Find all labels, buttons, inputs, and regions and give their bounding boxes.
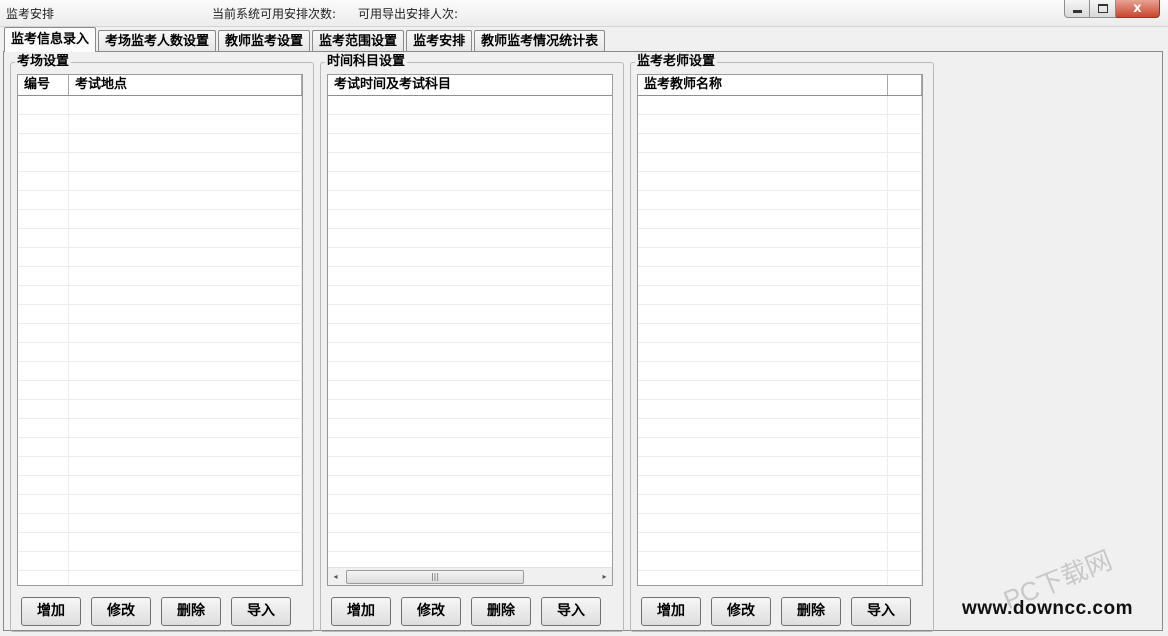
available-export-label: 可用导出安排人次: — [358, 7, 459, 21]
time-subject-list-header: 考试时间及考试科目 — [328, 75, 612, 96]
minimize-button[interactable] — [1064, 0, 1090, 18]
available-times-label: 当前系统可用安排次数: — [212, 7, 337, 21]
teacher-button-row: 增加 修改 删除 导入 — [641, 597, 921, 626]
time-subject-group: 时间科目设置 考试时间及考试科目 ◂ ||| ▸ 增加 修改 删除 导入 — [320, 54, 624, 632]
tab-proctor-arrangement[interactable]: 监考安排 — [406, 30, 473, 52]
window-title: 监考安排 — [6, 7, 55, 21]
time-subject-list-body — [328, 96, 612, 567]
column-header-extra[interactable] — [888, 75, 922, 95]
scroll-left-icon[interactable]: ◂ — [329, 570, 342, 583]
venue-list[interactable]: 编号 考试地点 — [17, 74, 303, 586]
venue-edit-button[interactable]: 修改 — [91, 597, 151, 626]
scroll-thumb[interactable]: ||| — [346, 570, 524, 584]
teacher-add-button[interactable]: 增加 — [641, 597, 701, 626]
teacher-settings-title: 监考老师设置 — [635, 54, 718, 70]
tab-room-proctor-count[interactable]: 考场监考人数设置 — [98, 30, 217, 52]
teacher-import-button[interactable]: 导入 — [851, 597, 911, 626]
time-add-button[interactable]: 增加 — [331, 597, 391, 626]
column-header-number[interactable]: 编号 — [18, 75, 69, 95]
column-header-location[interactable]: 考试地点 — [69, 75, 302, 95]
teacher-list-header: 监考教师名称 — [638, 75, 922, 96]
time-delete-button[interactable]: 删除 — [471, 597, 531, 626]
column-header-teacher-name[interactable]: 监考教师名称 — [638, 75, 888, 95]
venue-list-header: 编号 考试地点 — [18, 75, 302, 96]
time-edit-button[interactable]: 修改 — [401, 597, 461, 626]
horizontal-scrollbar[interactable]: ◂ ||| ▸ — [328, 567, 612, 585]
tab-teacher-proctor-settings[interactable]: 教师监考设置 — [218, 30, 311, 52]
close-icon: x — [1133, 1, 1142, 16]
maximize-icon — [1098, 4, 1108, 13]
watermark-site: www.downcc.com — [962, 598, 1133, 619]
teacher-list-body — [638, 96, 922, 585]
tab-proctor-scope[interactable]: 监考范围设置 — [312, 30, 405, 52]
time-subject-title: 时间科目设置 — [325, 54, 408, 70]
tab-teacher-stats[interactable]: 教师监考情况统计表 — [474, 30, 606, 52]
title-bar: 监考安排 当前系统可用安排次数: 可用导出安排人次: x — [0, 0, 1168, 27]
venue-delete-button[interactable]: 删除 — [161, 597, 221, 626]
close-button[interactable]: x — [1116, 0, 1160, 18]
teacher-settings-group: 监考老师设置 监考教师名称 增加 修改 删除 导入 — [630, 54, 934, 632]
scroll-right-icon[interactable]: ▸ — [598, 570, 611, 583]
venue-list-body — [18, 96, 302, 585]
time-import-button[interactable]: 导入 — [541, 597, 601, 626]
window-controls: x — [1064, 0, 1160, 19]
time-subject-list[interactable]: 考试时间及考试科目 ◂ ||| ▸ — [327, 74, 613, 586]
maximize-button[interactable] — [1090, 0, 1116, 18]
venue-add-button[interactable]: 增加 — [21, 597, 81, 626]
tab-strip: 监考信息录入 考场监考人数设置 教师监考设置 监考范围设置 监考安排 教师监考情… — [4, 27, 607, 52]
teacher-delete-button[interactable]: 删除 — [781, 597, 841, 626]
venue-import-button[interactable]: 导入 — [231, 597, 291, 626]
venue-settings-group: 考场设置 编号 考试地点 增加 修改 删除 导入 — [10, 54, 314, 632]
minimize-icon — [1073, 10, 1082, 13]
time-subject-button-row: 增加 修改 删除 导入 — [331, 597, 611, 626]
teacher-list[interactable]: 监考教师名称 — [637, 74, 923, 586]
venue-settings-title: 考场设置 — [15, 54, 72, 70]
tab-info-entry[interactable]: 监考信息录入 — [4, 27, 97, 52]
column-header-time-subject[interactable]: 考试时间及考试科目 — [328, 75, 612, 95]
venue-button-row: 增加 修改 删除 导入 — [21, 597, 301, 626]
teacher-edit-button[interactable]: 修改 — [711, 597, 771, 626]
